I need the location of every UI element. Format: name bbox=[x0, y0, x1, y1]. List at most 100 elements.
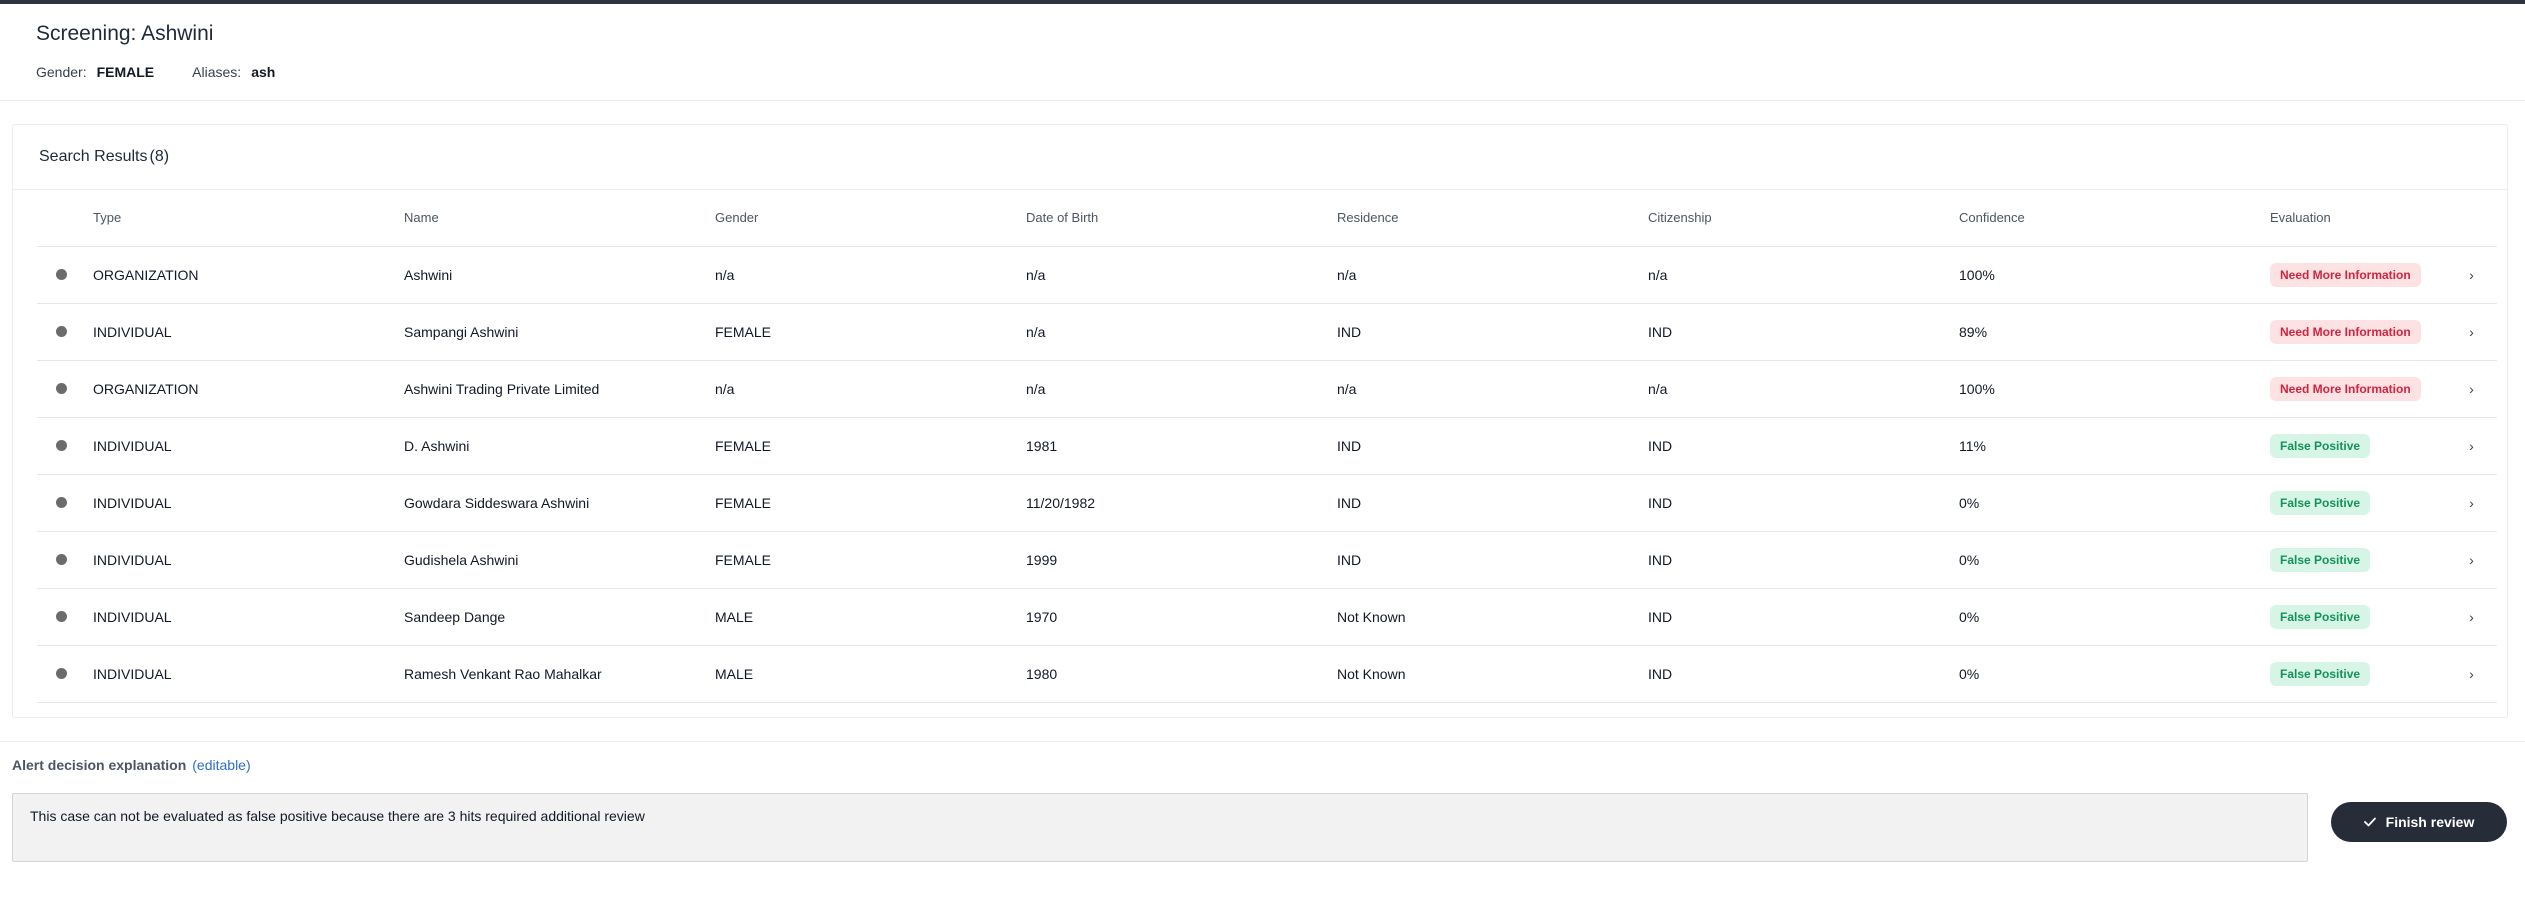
cell-name: Sandeep Dange bbox=[404, 588, 715, 646]
table-row[interactable]: INDIVIDUAL Sandeep Dange MALE 1970 Not Known… bbox=[37, 588, 2497, 646]
chevron-right-icon[interactable]: › bbox=[2469, 438, 2474, 454]
cell-dob: 11/20/1982 bbox=[1026, 474, 1337, 532]
cell-name: Ashwini Trading Private Limited bbox=[404, 360, 715, 418]
cell-citizenship: IND bbox=[1648, 588, 1959, 646]
row-status-cell bbox=[37, 417, 93, 475]
cell-name: Gudishela Ashwini bbox=[404, 531, 715, 589]
cell-evaluation: Need More Information bbox=[2270, 246, 2446, 304]
status-dot-icon bbox=[56, 383, 67, 394]
row-open-cell[interactable]: › bbox=[2446, 588, 2497, 646]
row-open-cell[interactable]: › bbox=[2446, 360, 2497, 418]
cell-type: INDIVIDUAL bbox=[93, 645, 404, 703]
cell-residence: n/a bbox=[1337, 360, 1648, 418]
footer-divider bbox=[0, 741, 2525, 742]
cell-dob: 1970 bbox=[1026, 588, 1337, 646]
row-open-cell[interactable]: › bbox=[2446, 645, 2497, 703]
row-status-cell bbox=[37, 474, 93, 532]
chevron-right-icon[interactable]: › bbox=[2469, 324, 2474, 340]
col-name: Name bbox=[404, 189, 715, 247]
chevron-right-icon[interactable]: › bbox=[2469, 495, 2474, 511]
search-results-title: Search Results bbox=[39, 148, 148, 165]
page-title: Screening: Ashwini bbox=[36, 22, 214, 45]
cell-citizenship: n/a bbox=[1648, 246, 1959, 304]
cell-evaluation: Need More Information bbox=[2270, 360, 2446, 418]
cell-type: INDIVIDUAL bbox=[93, 531, 404, 589]
cell-type: INDIVIDUAL bbox=[93, 588, 404, 646]
row-status-cell bbox=[37, 588, 93, 646]
cell-citizenship: n/a bbox=[1648, 360, 1959, 418]
evaluation-badge: False Positive bbox=[2270, 548, 2371, 572]
row-open-cell[interactable]: › bbox=[2446, 417, 2497, 475]
cell-residence: Not Known bbox=[1337, 645, 1648, 703]
cell-type: ORGANIZATION bbox=[93, 360, 404, 418]
cell-type: ORGANIZATION bbox=[93, 246, 404, 304]
status-dot-icon bbox=[56, 497, 67, 508]
cell-citizenship: IND bbox=[1648, 303, 1959, 361]
row-open-cell[interactable]: › bbox=[2446, 303, 2497, 361]
status-dot-icon bbox=[56, 440, 67, 451]
screening-meta: Gender: FEMALE Aliases: ash bbox=[36, 64, 275, 80]
col-confidence: Confidence bbox=[1959, 189, 2270, 247]
cell-residence: IND bbox=[1337, 474, 1648, 532]
row-open-cell[interactable]: › bbox=[2446, 474, 2497, 532]
col-citizenship: Citizenship bbox=[1648, 189, 1959, 247]
finish-review-button[interactable]: Finish review bbox=[2331, 802, 2507, 842]
evaluation-badge: Need More Information bbox=[2270, 320, 2421, 344]
cell-name: Ashwini bbox=[404, 246, 715, 304]
cell-confidence: 100% bbox=[1959, 246, 2270, 304]
cell-residence: Not Known bbox=[1337, 588, 1648, 646]
table-row[interactable]: INDIVIDUAL Gowdara Siddeswara Ashwini FEMA… bbox=[37, 474, 2497, 532]
editable-hint: (editable) bbox=[192, 757, 251, 773]
cell-residence: IND bbox=[1337, 417, 1648, 475]
cell-gender: FEMALE bbox=[715, 417, 1026, 475]
status-dot-icon bbox=[56, 554, 67, 565]
col-dob: Date of Birth bbox=[1026, 189, 1337, 247]
status-dot-icon bbox=[56, 668, 67, 679]
col-gender: Gender bbox=[715, 189, 1026, 247]
cell-dob: 1980 bbox=[1026, 645, 1337, 703]
search-results-header: Search Results (8) bbox=[13, 125, 2507, 190]
explanation-textarea[interactable] bbox=[12, 793, 2308, 862]
cell-type: INDIVIDUAL bbox=[93, 417, 404, 475]
cell-evaluation: Need More Information bbox=[2270, 303, 2446, 361]
cell-citizenship: IND bbox=[1648, 645, 1959, 703]
row-open-cell[interactable]: › bbox=[2446, 246, 2497, 304]
col-status bbox=[37, 189, 93, 247]
cell-residence: n/a bbox=[1337, 246, 1648, 304]
cell-name: Sampangi Ashwini bbox=[404, 303, 715, 361]
cell-dob: n/a bbox=[1026, 246, 1337, 304]
row-open-cell[interactable]: › bbox=[2446, 531, 2497, 589]
cell-name: D. Ashwini bbox=[404, 417, 715, 475]
row-status-cell bbox=[37, 645, 93, 703]
table-row[interactable]: INDIVIDUAL Gudishela Ashwini FEMALE 1999 IND… bbox=[37, 531, 2497, 589]
table-row[interactable]: ORGANIZATION Ashwini n/a n/a n/a n/a 100% Need … bbox=[37, 246, 2497, 304]
chevron-right-icon[interactable]: › bbox=[2469, 552, 2474, 568]
aliases-meta: Aliases: ash bbox=[192, 64, 275, 80]
evaluation-badge: Need More Information bbox=[2270, 263, 2421, 287]
cell-name: Gowdara Siddeswara Ashwini bbox=[404, 474, 715, 532]
cell-citizenship: IND bbox=[1648, 417, 1959, 475]
evaluation-badge: False Positive bbox=[2270, 662, 2371, 686]
row-status-cell bbox=[37, 246, 93, 304]
table-row[interactable]: INDIVIDUAL Sampangi Ashwini FEMALE n/a IND IN… bbox=[37, 303, 2497, 361]
table-row[interactable]: INDIVIDUAL Ramesh Venkant Rao Mahalkar MAL… bbox=[37, 645, 2497, 703]
cell-type: INDIVIDUAL bbox=[93, 303, 404, 361]
evaluation-badge: False Positive bbox=[2270, 491, 2371, 515]
cell-citizenship: IND bbox=[1648, 474, 1959, 532]
explanation-label-text: Alert decision explanation bbox=[12, 757, 187, 773]
cell-type: INDIVIDUAL bbox=[93, 474, 404, 532]
col-action bbox=[2446, 189, 2497, 247]
search-results-table: Type Name Gender Date of Birth Residence… bbox=[37, 189, 2497, 703]
row-status-cell bbox=[37, 531, 93, 589]
table-row[interactable]: INDIVIDUAL D. Ashwini FEMALE 1981 IND IND 11% F… bbox=[37, 417, 2497, 475]
aliases-label: Aliases: bbox=[192, 64, 242, 80]
chevron-right-icon[interactable]: › bbox=[2469, 666, 2474, 682]
aliases-value: ash bbox=[251, 64, 276, 80]
table-row[interactable]: ORGANIZATION Ashwini Trading Private Limi… bbox=[37, 360, 2497, 418]
chevron-right-icon[interactable]: › bbox=[2469, 267, 2474, 283]
cell-confidence: 0% bbox=[1959, 588, 2270, 646]
chevron-right-icon[interactable]: › bbox=[2469, 609, 2474, 625]
gender-meta: Gender: FEMALE bbox=[36, 64, 154, 80]
chevron-right-icon[interactable]: › bbox=[2469, 381, 2474, 397]
evaluation-badge: Need More Information bbox=[2270, 377, 2421, 401]
